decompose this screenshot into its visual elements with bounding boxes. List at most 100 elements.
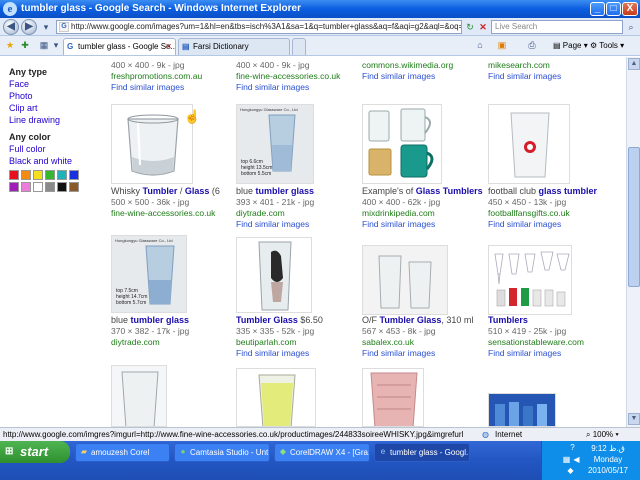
tab-farsi-dictionary[interactable]: ▤ Farsi Dictionary xyxy=(178,38,290,55)
filter-black-and-white[interactable]: Black and white xyxy=(9,155,99,167)
taskbar-item-coreldraw[interactable]: ◆ CorelDRAW X4 - [Gra... xyxy=(274,443,370,462)
result-title[interactable]: Whisky Tumbler / Glass (6 xyxy=(111,186,220,196)
feeds-icon[interactable]: ▣ xyxy=(496,39,508,51)
swatch-blue[interactable] xyxy=(69,170,79,180)
find-similar-link[interactable]: Find similar images xyxy=(488,219,561,229)
result-thumbnail[interactable] xyxy=(236,237,312,313)
scroll-up-arrow-icon[interactable]: ▲ xyxy=(628,58,640,70)
close-button[interactable]: X xyxy=(622,2,638,16)
favorites-star-icon[interactable]: ★ xyxy=(4,39,16,51)
result-title[interactable]: Tumblers xyxy=(488,315,528,325)
result-site[interactable]: mikesearch.com xyxy=(488,60,550,70)
result-thumbnail-row4-4[interactable] xyxy=(488,393,556,427)
find-similar-link[interactable]: Find similar images xyxy=(488,71,561,81)
taskbar-item-ie[interactable]: e tumbler glass - Googl... xyxy=(374,443,470,462)
tools-menu-label: Tools xyxy=(599,41,618,50)
swatch-white[interactable] xyxy=(33,182,43,192)
title-part: Whisky xyxy=(111,186,143,196)
find-similar-link[interactable]: Find similar images xyxy=(362,348,435,358)
swatch-red[interactable] xyxy=(9,170,19,180)
stop-icon[interactable]: ✕ xyxy=(477,21,489,33)
result-thumbnail[interactable] xyxy=(488,245,572,315)
forward-button[interactable]: ▶ xyxy=(21,19,37,35)
swatch-pink[interactable] xyxy=(21,182,31,192)
result-site[interactable]: beutiparlah.com xyxy=(236,337,296,347)
find-similar-link[interactable]: Find similar images xyxy=(236,219,309,229)
result-title[interactable]: Tumbler Glass $6.50 xyxy=(236,315,323,325)
result-site[interactable]: sabalex.co.uk xyxy=(362,337,414,347)
find-similar-link[interactable]: Find similar images xyxy=(362,219,435,229)
find-similar-link[interactable]: Find similar images xyxy=(111,82,184,92)
address-input[interactable]: G http://www.google.com/images?um=1&hl=e… xyxy=(56,20,462,34)
swatch-green[interactable] xyxy=(45,170,55,180)
swatch-orange[interactable] xyxy=(21,170,31,180)
filter-clip-art[interactable]: Clip art xyxy=(9,102,99,114)
tools-menu[interactable]: ⚙ Tools ▾ xyxy=(590,39,624,53)
back-button[interactable]: ◀ xyxy=(3,19,19,35)
taskbar-item-amouzesh[interactable]: ▰ amouzesh Corel xyxy=(75,443,170,462)
tab-google-search[interactable]: G tumbler glass - Google Se... ✕ xyxy=(63,38,176,55)
filter-photo[interactable]: Photo xyxy=(9,90,99,102)
find-similar-link[interactable]: Find similar images xyxy=(236,348,309,358)
result-site[interactable]: diytrade.com xyxy=(236,208,285,218)
help-icon[interactable]: ? xyxy=(568,443,577,452)
close-tab-icon[interactable]: ✕ xyxy=(165,39,172,54)
tab-list-icon[interactable]: ▾ xyxy=(50,39,62,51)
result-site[interactable]: mixdrinkipedia.com xyxy=(362,208,435,218)
result-thumbnail-row4-2[interactable] xyxy=(236,368,316,427)
swatch-brown[interactable] xyxy=(69,182,79,192)
find-similar-link[interactable]: Find similar images xyxy=(488,348,561,358)
scroll-down-arrow-icon[interactable]: ▼ xyxy=(628,413,640,425)
print-icon[interactable]: ⎙ xyxy=(526,39,538,51)
zoom-control[interactable]: ⌕ 100% ▾ xyxy=(586,428,619,441)
result-thumbnail[interactable]: Hongkongyu Glassware Co., Ltd top 6.6cm … xyxy=(236,104,314,184)
search-icon[interactable]: ⌕ xyxy=(625,21,637,33)
result-site[interactable]: fine-wine-accessories.co.uk xyxy=(111,208,215,218)
filter-face[interactable]: Face xyxy=(9,78,99,90)
result-site[interactable]: sensationstableware.com xyxy=(488,337,584,347)
result-thumbnail[interactable] xyxy=(488,104,570,184)
find-similar-link[interactable]: Find similar images xyxy=(236,82,309,92)
start-button[interactable]: ⊞ start xyxy=(0,441,70,463)
result-title[interactable]: Example's of Glass Tumblers xyxy=(362,186,483,196)
result-thumbnail[interactable] xyxy=(362,104,442,184)
live-search-input[interactable]: Live Search xyxy=(491,20,623,34)
quick-tabs-icon[interactable]: ▦ xyxy=(38,39,50,51)
filter-line-drawing[interactable]: Line drawing xyxy=(9,114,99,126)
vertical-scrollbar[interactable]: ▲ ▼ xyxy=(626,57,640,427)
security-icon[interactable]: ◆ xyxy=(566,466,575,475)
result-thumbnail[interactable]: Hongkongyu Glassware Co., Ltd top 7.5cm … xyxy=(111,235,187,313)
result-site[interactable]: diytrade.com xyxy=(111,337,160,347)
home-icon[interactable]: ⌂ xyxy=(474,39,486,51)
result-site[interactable]: commons.wikimedia.org xyxy=(362,60,453,70)
maximize-button[interactable]: □ xyxy=(606,2,621,16)
history-dropdown-icon[interactable]: ▾ xyxy=(40,21,52,33)
result-site[interactable]: freshpromotions.com.au xyxy=(111,71,202,81)
result-title[interactable]: blue tumbler glass xyxy=(111,315,189,325)
swatch-gray[interactable] xyxy=(45,182,55,192)
page-menu[interactable]: ▤ Page ▾ xyxy=(553,39,588,53)
result-thumbnail-row4-1[interactable] xyxy=(111,365,167,427)
result-site[interactable]: footballfansgifts.co.uk xyxy=(488,208,570,218)
find-similar-link[interactable]: Find similar images xyxy=(362,71,435,81)
result-thumbnail[interactable] xyxy=(362,245,448,315)
result-title[interactable]: O/F Tumbler Glass, 310 ml xyxy=(362,315,473,325)
swatch-purple[interactable] xyxy=(9,182,19,192)
network-icon[interactable]: ▦ xyxy=(562,455,571,464)
result-thumbnail[interactable] xyxy=(111,104,193,184)
result-thumbnail-row4-3[interactable] xyxy=(362,368,424,427)
minimize-button[interactable]: _ xyxy=(590,2,605,16)
result-title[interactable]: blue tumbler glass xyxy=(236,186,314,196)
swatch-teal[interactable] xyxy=(57,170,67,180)
result-title[interactable]: football club glass tumbler xyxy=(488,186,597,196)
refresh-icon[interactable]: ↻ xyxy=(464,21,476,33)
result-site[interactable]: fine-wine-accessories.co.uk xyxy=(236,71,340,81)
filter-full-color[interactable]: Full color xyxy=(9,143,99,155)
add-favorites-icon[interactable]: ✚ xyxy=(19,39,31,51)
swatch-black[interactable] xyxy=(57,182,67,192)
swatch-yellow[interactable] xyxy=(33,170,43,180)
taskbar-item-camtasia[interactable]: ● Camtasia Studio - Unt... xyxy=(174,443,270,462)
new-tab-button[interactable] xyxy=(292,38,306,55)
scrollbar-thumb[interactable] xyxy=(628,147,640,287)
clock[interactable]: 9:12 ق.ظ Monday 2010/05/17 xyxy=(578,443,638,476)
